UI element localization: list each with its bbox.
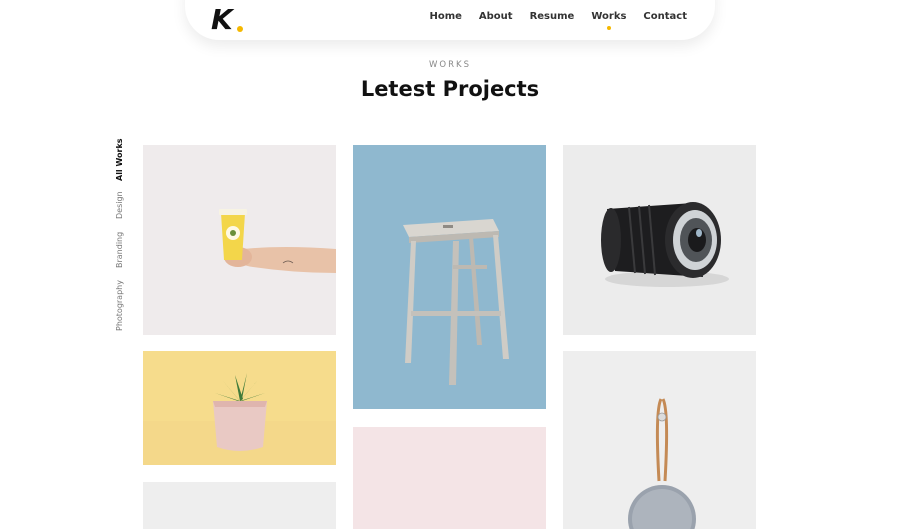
filter-design[interactable]: Design <box>115 191 124 219</box>
stool-image <box>353 145 546 409</box>
nav-home[interactable]: Home <box>429 11 461 22</box>
filter-branding[interactable]: Branding <box>115 232 124 268</box>
section-eyebrow: WORKS <box>429 60 471 70</box>
main-nav: Home About Resume Works Contact <box>412 11 687 30</box>
project-card-lens[interactable] <box>563 145 756 335</box>
nav-works[interactable]: Works <box>591 11 626 30</box>
project-card-stool[interactable] <box>353 145 546 409</box>
speaker-image <box>563 351 756 529</box>
project-card-hand-cup[interactable] <box>143 145 336 335</box>
svg-text:K: K <box>211 4 235 34</box>
hand-cup-image <box>143 145 336 335</box>
filter-nav: All Works Design Branding Photography <box>115 138 137 345</box>
lens-image <box>563 145 756 335</box>
project-card-speaker[interactable] <box>563 351 756 529</box>
nav-resume[interactable]: Resume <box>530 11 575 22</box>
succulent-image <box>143 351 336 465</box>
project-card-pink[interactable] <box>353 427 546 529</box>
project-card-gray[interactable] <box>143 482 336 529</box>
logo-icon[interactable]: K <box>211 4 247 34</box>
gray-image <box>143 482 336 529</box>
section-title: Letest Projects <box>360 77 540 101</box>
filter-all-works[interactable]: All Works <box>115 138 124 181</box>
site-header: K Home About Resume Works Contact <box>185 0 715 40</box>
filter-photography[interactable]: Photography <box>115 280 124 331</box>
project-card-succulent[interactable] <box>143 351 336 465</box>
nav-about[interactable]: About <box>479 11 513 22</box>
pink-image <box>353 427 546 529</box>
nav-contact[interactable]: Contact <box>643 11 687 22</box>
